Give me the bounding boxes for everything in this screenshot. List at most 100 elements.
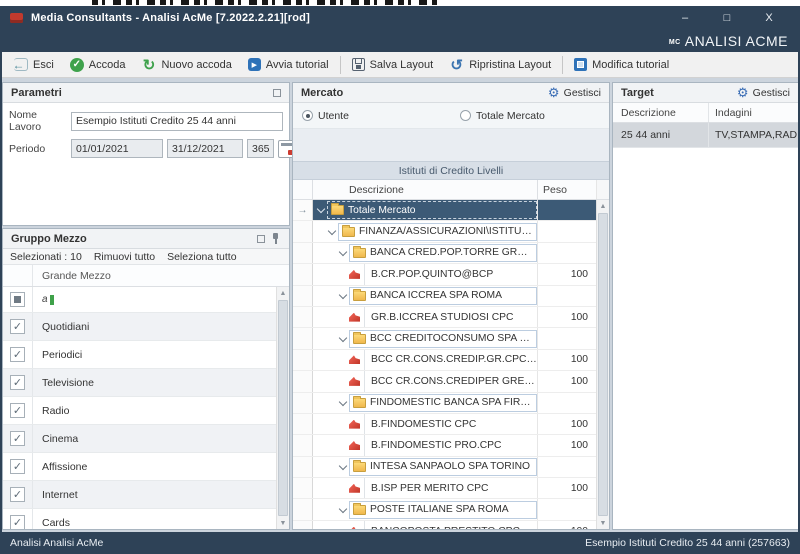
gruppo-mezzo-row[interactable]: Cinema [3,425,276,453]
checkbox[interactable] [10,347,25,362]
chevron-down-icon[interactable] [338,334,347,343]
gruppo-mezzo-row[interactable]: Internet [3,481,276,509]
pin-icon[interactable] [271,232,281,245]
tree-row[interactable]: B.CR.POP.QUINTO@BCP 100 [293,264,596,285]
target-row[interactable]: 25 44 anni TV,STAMPA,RADIO [613,123,798,148]
parametri-panel: Parametri Nome Lavoro Periodo [2,82,290,226]
maximize-icon[interactable] [257,235,265,243]
toolbar-button[interactable]: Accoda [62,56,134,74]
remove-all-button[interactable]: Rimuovi tutto [94,251,155,263]
toolbar-button[interactable]: Nuovo accoda [133,55,239,74]
tree-row[interactable]: B.FINDOMESTIC CPC 100 [293,414,596,435]
scrollbar[interactable]: ▲ ▼ [276,287,289,529]
gruppo-mezzo-row[interactable]: Affissione [3,453,276,481]
folder-icon [353,291,366,301]
gruppo-mezzo-row[interactable]: Periodici [3,341,276,369]
tree-row[interactable]: POSTE ITALIANE SPA ROMA [293,499,596,520]
indeterminate-checkbox[interactable] [10,292,25,307]
tree-row[interactable]: BCC CR.CONS.CREDIP.GR.CPC I.U. 100 [293,350,596,371]
scroll-up-icon[interactable]: ▲ [597,200,609,212]
radio-utente-option[interactable]: Utente [293,110,451,122]
tree-row[interactable]: INTESA SANPAOLO SPA TORINO [293,457,596,478]
scroll-thumb[interactable] [278,300,288,516]
checkbox[interactable] [10,487,25,502]
status-left: Analisi Analisi AcMe [10,537,103,549]
tree-row[interactable]: FINANZA/ASSICURAZIONI\ISTITUTI DI CREDIT… [293,221,596,242]
target-gestisci-button[interactable]: Gestisci [736,86,790,100]
tree-row[interactable]: GR.B.ICCREA STUDIOSI CPC 100 [293,307,596,328]
row-indicator [293,328,313,348]
radio-utente[interactable] [302,110,313,121]
chevron-down-icon[interactable] [338,248,347,257]
chevron-down-icon[interactable] [316,206,325,215]
checkbox[interactable] [10,431,25,446]
toolbar-button[interactable]: Avvia tutorial [240,56,337,73]
brand-title: ANALISI ACME [685,33,788,49]
chevron-down-icon[interactable] [338,398,347,407]
chevron-down-icon[interactable] [338,462,347,471]
tree-row[interactable]: Totale Mercato [293,200,596,221]
tree-column-header: Descrizione Peso [293,180,609,200]
gruppo-mezzo-list: Quotidiani Periodici Televisione [3,287,289,529]
scroll-up-icon[interactable]: ▲ [277,287,289,299]
nome-lavoro-input[interactable] [71,112,283,131]
toolbar-button-icon [449,57,464,72]
close-button[interactable]: X [748,12,790,24]
toolbar-button[interactable]: Ripristina Layout [441,55,559,74]
chevron-down-icon[interactable] [338,291,347,300]
peso-column-header[interactable]: Peso [538,180,596,199]
toolbar-button[interactable]: Esci [6,56,62,73]
periodo-days-input[interactable] [247,139,274,158]
gruppo-mezzo-row[interactable]: Radio [3,397,276,425]
row-indicator [293,478,313,498]
minimize-button[interactable]: – [664,12,706,24]
chevron-down-icon[interactable] [327,227,336,236]
nome-lavoro-label: Nome Lavoro [9,109,67,133]
descrizione-column-header[interactable]: Descrizione [613,103,709,122]
tree-row[interactable]: BCC CR.CONS.CREDIPER GREEN CPC 100 [293,371,596,392]
toolbar-button[interactable]: Modifica tutorial [566,56,677,73]
radio-totale-mercato[interactable] [460,110,471,121]
checkbox[interactable] [10,319,25,334]
maximize-button[interactable]: □ [706,12,748,24]
checkbox[interactable] [10,459,25,474]
tree-caption: Istituti di Credito Livelli [293,161,609,180]
peso-value: 100 [538,478,596,498]
gruppo-mezzo-label: Radio [33,397,276,424]
scroll-down-icon[interactable]: ▼ [277,517,289,529]
gruppo-mezzo-row[interactable]: Cards [3,509,276,529]
toolbar: Esci Accoda Nuovo accoda Avvia tutorial … [0,52,800,78]
tree-row[interactable]: BANCA CRED.POP.TORRE GRECO NA [293,243,596,264]
tree-row[interactable]: B.FINDOMESTIC PRO.CPC 100 [293,435,596,456]
gruppo-mezzo-row[interactable]: Quotidiani [3,313,276,341]
scroll-thumb[interactable] [598,213,608,516]
checkbox[interactable] [10,515,25,529]
row-indicator [293,286,313,306]
peso-value [538,286,596,306]
select-all-button[interactable]: Seleziona tutto [167,251,236,263]
periodo-to-input[interactable] [167,139,243,158]
chevron-down-icon[interactable] [338,505,347,514]
indagini-column-header[interactable]: Indagini [709,103,798,122]
descrizione-column-header[interactable]: Descrizione [313,180,538,199]
tree-row[interactable]: FINDOMESTIC BANCA SPA FIRENZE [293,393,596,414]
scroll-down-icon[interactable]: ▼ [597,517,609,529]
mercato-gestisci-button[interactable]: Gestisci [547,86,601,100]
tree-row[interactable]: BCC CREDITOCONSUMO SPA ROMA [293,328,596,349]
periodo-from-input[interactable] [71,139,163,158]
filter-row[interactable] [3,287,276,313]
tree-node-label: B.FINDOMESTIC PRO.CPC [371,440,501,451]
gruppo-mezzo-row[interactable]: Televisione [3,369,276,397]
indicator-column-header [293,180,313,199]
maximize-icon[interactable] [273,89,281,97]
folder-icon [353,505,366,515]
checkbox[interactable] [10,403,25,418]
tree-row[interactable]: BANCOPOSTA PRESTITO CPC 100 [293,521,596,529]
tree-row[interactable]: BANCA ICCREA SPA ROMA [293,286,596,307]
tree-row[interactable]: B.ISP PER MERITO CPC 100 [293,478,596,499]
toolbar-separator [562,56,563,74]
radio-totale-option[interactable]: Totale Mercato [451,110,609,122]
checkbox[interactable] [10,375,25,390]
scrollbar[interactable]: ▲ ▼ [596,200,609,529]
toolbar-button[interactable]: Salva Layout [344,56,442,73]
